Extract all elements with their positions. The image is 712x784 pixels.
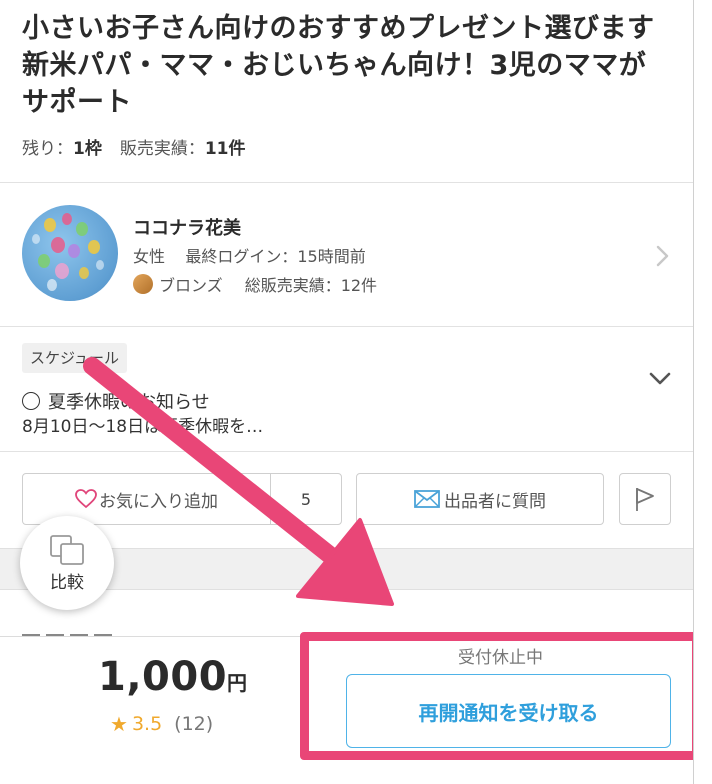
schedule-notice-body: 8月10日〜18日は夏季休暇を… <box>22 417 264 437</box>
flag-icon <box>636 488 654 511</box>
rating[interactable]: ★ 3.5 (12) <box>110 712 213 736</box>
rating-score: 3.5 <box>131 713 163 735</box>
sales-value: 11件 <box>204 139 246 159</box>
divider <box>0 326 693 327</box>
seller-name[interactable]: ココナラ花美 <box>133 214 241 240</box>
rating-count: (12) <box>174 713 214 735</box>
seller-meta: 女性 最終ログイン：15時間前 <box>133 243 366 267</box>
compare-label: 比較 <box>50 572 84 593</box>
ask-label: 出品者に質問 <box>444 491 546 512</box>
schedule-tag: スケジュール <box>22 343 127 373</box>
chevron-down-icon[interactable] <box>648 368 672 388</box>
divider <box>0 182 693 183</box>
page-edge <box>694 0 712 784</box>
notice-title-text: 夏季休暇のお知らせ <box>48 392 210 413</box>
schedule-notice-title[interactable]: 夏季休暇のお知らせ <box>22 388 210 414</box>
ask-seller-button[interactable]: 出品者に質問 <box>356 473 604 525</box>
seller-rank-row: ブロンズ 総販売実績：12件 <box>133 272 377 296</box>
compare-button[interactable]: 比較 <box>20 516 114 610</box>
listing-title: 小さいお子さん向けのおすすめプレゼント選びます 新米パパ・ママ・おじいちゃん向け… <box>22 13 655 118</box>
star-icon: ★ <box>110 712 128 736</box>
bronze-rank-icon <box>133 274 153 294</box>
mail-icon <box>414 490 440 508</box>
divider <box>0 451 693 452</box>
price: 1,000円 <box>98 654 248 700</box>
seller-last-login: 最終ログイン：15時間前 <box>185 247 366 266</box>
heart-icon <box>75 489 97 509</box>
seller-total-sales: 総販売実績：12件 <box>244 276 378 295</box>
seller-gender: 女性 <box>133 247 166 266</box>
highlight-annotation-box <box>300 632 693 760</box>
circle-icon <box>22 392 40 410</box>
favorite-count: 5 <box>300 489 312 509</box>
balloons-image <box>32 213 104 291</box>
remaining-label: 残り： <box>22 139 73 159</box>
seller-rank: ブロンズ <box>159 276 223 295</box>
chevron-right-icon[interactable] <box>652 244 672 268</box>
sales-label: 販売実績： <box>119 139 205 159</box>
seller-avatar[interactable] <box>22 205 118 301</box>
compare-icon <box>50 534 84 565</box>
price-value: 1,000 <box>98 654 228 700</box>
listing-page: 小さいお子さん向けのおすすめプレゼント選びます 新米パパ・ママ・おじいちゃん向け… <box>0 0 694 784</box>
favorite-label: お気に入り追加 <box>99 491 218 512</box>
price-unit: 円 <box>227 671 248 695</box>
listing-stats: 残り：1枠 販売実績：11件 <box>22 134 246 159</box>
report-button[interactable] <box>619 473 671 525</box>
section-heading-partial <box>22 622 142 636</box>
remaining-value: 1枠 <box>73 139 102 159</box>
